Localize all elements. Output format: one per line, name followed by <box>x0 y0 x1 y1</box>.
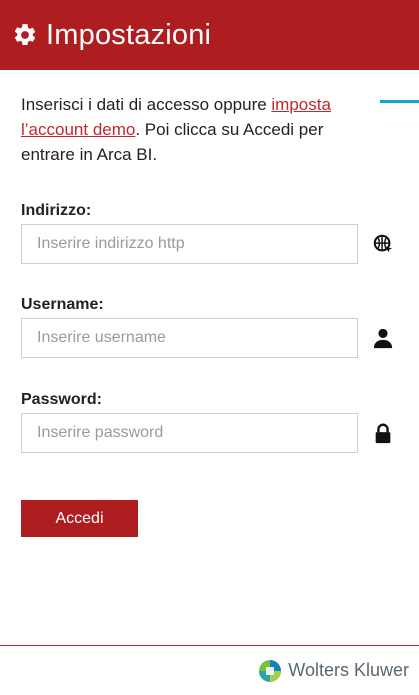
wolters-kluwer-logo <box>259 659 282 682</box>
user-icon <box>373 328 393 349</box>
gear-icon[interactable] <box>12 22 38 48</box>
page-title: Impostazioni <box>46 18 212 51</box>
password-label: Password: <box>21 391 102 408</box>
intro-text: Inserisci i dati di accesso oppure impos… <box>21 92 376 167</box>
address-input[interactable] <box>21 224 358 264</box>
password-input[interactable] <box>21 413 358 453</box>
lock-icon <box>375 423 391 444</box>
sidebar-drawer-indicator[interactable] <box>380 100 419 103</box>
intro-text-before: Inserisci i dati di accesso oppure <box>21 95 272 114</box>
globe-icon <box>373 234 393 253</box>
username-label: Username: <box>21 296 104 313</box>
username-input[interactable] <box>21 318 358 358</box>
address-label: Indirizzo: <box>21 202 92 219</box>
login-button[interactable]: Accedi <box>21 500 138 537</box>
brand-name: Wolters Kluwer <box>288 660 409 680</box>
footer: Wolters Kluwer <box>0 646 419 695</box>
app-header: Impostazioni <box>0 0 419 70</box>
